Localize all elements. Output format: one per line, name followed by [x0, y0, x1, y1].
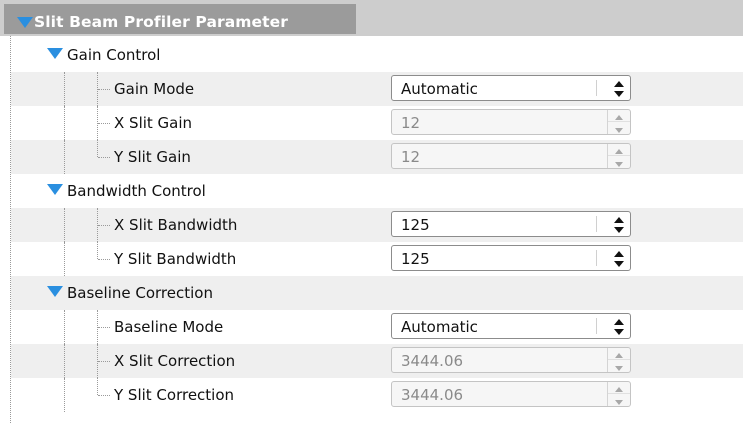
property-label: Baseline Mode — [114, 318, 224, 336]
tree-item-row[interactable]: Y Slit Gain 12 — [11, 140, 743, 174]
property-label: X Slit Bandwidth — [114, 216, 238, 234]
group-label: Bandwidth Control — [67, 182, 206, 200]
control-value: Automatic — [401, 318, 478, 336]
tree-item-row[interactable]: Y Slit Bandwidth 125 — [11, 242, 743, 276]
tree-guide-line — [98, 157, 110, 159]
dropdown-separator — [596, 318, 597, 334]
tree-item-row[interactable]: X Slit Correction 3444.06 — [11, 344, 743, 378]
dropdown-separator — [596, 80, 597, 96]
control-value: 3444.06 — [401, 352, 464, 370]
tree-guide-line — [97, 242, 99, 259]
tree-guide-line — [64, 106, 66, 140]
control-value: 125 — [401, 250, 430, 268]
tree-guide-line — [64, 344, 66, 378]
tree-guide-line — [64, 208, 66, 242]
tree-guide-line — [64, 242, 66, 276]
value-dropdown[interactable]: Automatic — [391, 313, 631, 339]
page-title: Slit Beam Profiler Parameter — [34, 13, 289, 31]
spin-buttons[interactable] — [607, 144, 630, 168]
tree-item-row[interactable]: X Slit Bandwidth 125 — [11, 208, 743, 242]
up-down-arrows-icon[interactable] — [613, 318, 625, 336]
tree-item-row[interactable]: X Slit Gain 12 — [11, 106, 743, 140]
tree-guide-line — [98, 259, 110, 261]
spin-buttons[interactable] — [607, 382, 630, 406]
tree-guide-line — [98, 361, 110, 363]
header-title-bar[interactable]: Slit Beam Profiler Parameter — [4, 4, 356, 34]
tree-guide-line — [97, 378, 99, 395]
spin-down-icon[interactable] — [608, 122, 630, 134]
tree-item-row[interactable]: Y Slit Correction 3444.06 — [11, 378, 743, 412]
spin-down-icon[interactable] — [608, 360, 630, 372]
value-dropdown[interactable]: 125 — [391, 245, 631, 271]
tree-group-row[interactable]: Bandwidth Control — [11, 174, 743, 208]
control-value: 3444.06 — [401, 386, 464, 404]
tree-guide-line — [64, 310, 66, 344]
tree-guide-line — [98, 327, 110, 329]
tree-guide-line — [98, 123, 110, 125]
tree-guide-line — [98, 225, 110, 227]
tree-guide-line — [64, 378, 66, 412]
up-down-arrows-icon[interactable] — [613, 216, 625, 234]
control-value: Automatic — [401, 80, 478, 98]
tree-guide-line — [98, 89, 110, 91]
tree-item-row[interactable]: Gain Mode Automatic — [11, 72, 743, 106]
property-tree-header: Slit Beam Profiler Parameter — [0, 0, 743, 36]
group-label: Gain Control — [67, 46, 161, 64]
spin-up-icon[interactable] — [608, 348, 630, 360]
tree-item-row[interactable]: Baseline Mode Automatic — [11, 310, 743, 344]
spin-up-icon[interactable] — [608, 110, 630, 122]
tree-guide-line — [64, 72, 66, 106]
value-spinbox[interactable]: 3444.06 — [391, 381, 631, 407]
property-label: Gain Mode — [114, 80, 195, 98]
tree-group-row[interactable]: Baseline Correction — [11, 276, 743, 310]
spin-down-icon[interactable] — [608, 394, 630, 406]
property-label: Y Slit Gain — [114, 148, 191, 166]
value-spinbox[interactable]: 12 — [391, 109, 631, 135]
control-value: 12 — [401, 114, 421, 132]
value-spinbox[interactable]: 3444.06 — [391, 347, 631, 373]
dropdown-separator — [596, 250, 597, 266]
tree-group-row[interactable]: Gain Control — [11, 38, 743, 72]
property-label: Y Slit Bandwidth — [114, 250, 237, 268]
control-value: 125 — [401, 216, 430, 234]
tree-guide-line — [97, 140, 99, 157]
value-spinbox[interactable]: 12 — [391, 143, 631, 169]
up-down-arrows-icon[interactable] — [613, 80, 625, 98]
spin-down-icon[interactable] — [608, 156, 630, 168]
property-label: X Slit Correction — [114, 352, 236, 370]
value-dropdown[interactable]: Automatic — [391, 75, 631, 101]
tree-guide-line — [98, 395, 110, 397]
spin-buttons[interactable] — [607, 348, 630, 372]
spin-buttons[interactable] — [607, 110, 630, 134]
spin-up-icon[interactable] — [608, 382, 630, 394]
control-value: 12 — [401, 148, 421, 166]
up-down-arrows-icon[interactable] — [613, 250, 625, 268]
tree-guide-line — [64, 140, 66, 174]
value-dropdown[interactable]: 125 — [391, 211, 631, 237]
property-label: Y Slit Correction — [114, 386, 235, 404]
group-label: Baseline Correction — [67, 284, 213, 302]
dropdown-separator — [596, 216, 597, 232]
spin-up-icon[interactable] — [608, 144, 630, 156]
property-label: X Slit Gain — [114, 114, 193, 132]
